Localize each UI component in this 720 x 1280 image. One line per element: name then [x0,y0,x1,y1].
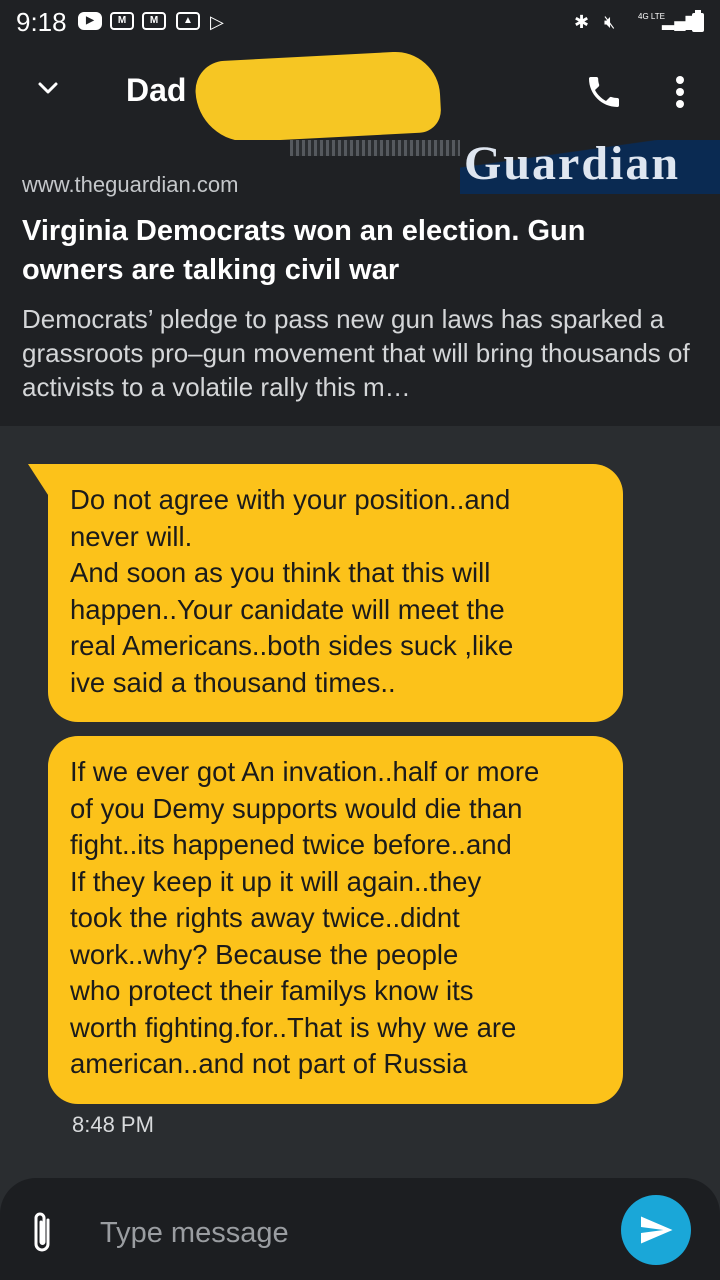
link-domain: www.theguardian.com [22,172,239,197]
send-button[interactable] [621,1195,691,1265]
gmail-notification-icon: M [142,12,166,30]
gmail-notification-icon: M [110,12,134,30]
compose-bar [0,1178,720,1280]
mute-icon: 🔇︎ [604,12,616,32]
youtube-notification-icon: ▶ [78,12,102,30]
link-description: Democrats’ pledge to pass new gun laws h… [22,304,690,402]
battery-icon [692,10,704,36]
conversation-header: Dad ( [0,44,720,145]
phone-icon [589,77,619,107]
preview-image: Guardian [460,140,720,194]
more-vert-icon-dot [676,88,684,96]
attach-button[interactable] [28,1208,56,1256]
status-bar: 9:18 ▶ M M ▲ ▷ ✱ 🔇︎ 4G LTE ▂▄▆ [0,0,720,44]
status-time: 9:18 [16,7,67,37]
message-input[interactable] [98,1208,582,1258]
preview-image-strip [290,140,460,156]
send-icon [641,1216,673,1244]
message-timestamp: 8:48 PM [72,1112,154,1137]
contact-name[interactable]: Dad ( [126,72,206,109]
chevron-down-icon [38,82,58,94]
collapse-button[interactable] [34,74,62,102]
more-options-button[interactable] [664,72,696,112]
more-vert-icon-dot [676,100,684,108]
bubble-tail [28,464,50,498]
message-bubble[interactable]: If we ever got An invation..half or more… [48,736,623,1104]
more-vert-icon [676,76,684,84]
link-title: Virginia Democrats won an election. Gun … [22,215,586,286]
preview-image-text: Guardian [464,140,681,190]
image-notification-icon: ▲ [176,12,200,30]
bluetooth-icon: ✱ [574,12,590,32]
link-preview-card[interactable]: Guardian www.theguardian.com Virginia De… [0,140,720,426]
call-button[interactable] [584,72,624,112]
play-store-notification-icon: ▷ [210,12,224,32]
message-bubble[interactable]: Do not agree with your position..and nev… [48,464,623,722]
redaction-mark [194,49,442,145]
network-type-label: 4G LTE [638,12,665,21]
paperclip-icon [34,1212,50,1252]
